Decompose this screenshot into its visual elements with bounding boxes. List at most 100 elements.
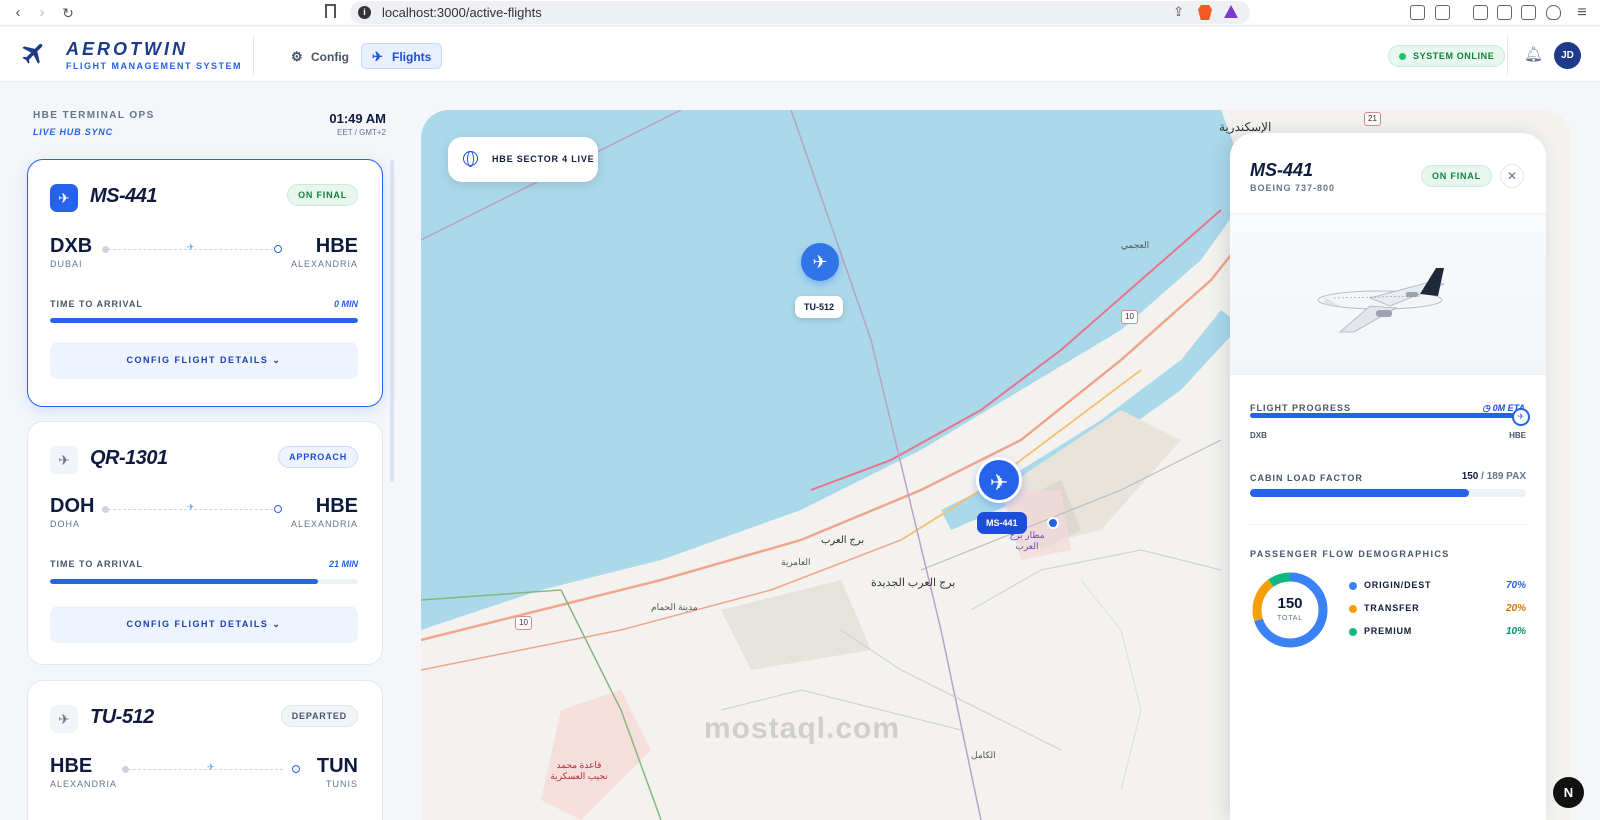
tta-value: 21 MIN: [328, 559, 358, 569]
destination-code: HBE: [315, 235, 358, 257]
floating-assistant-button[interactable]: N: [1553, 777, 1584, 808]
extensions-icon[interactable]: [1410, 5, 1425, 20]
progress-origin: DXB: [1250, 431, 1267, 440]
plane-icon: ✈: [50, 184, 78, 212]
place-label: برج العرب: [821, 535, 865, 546]
pax-count: 150 / 189 PAX: [1430, 471, 1526, 482]
site-info-icon[interactable]: i: [358, 6, 371, 19]
brave-rewards-icon[interactable]: [1224, 5, 1238, 18]
sidebar-icon[interactable]: [1473, 5, 1488, 20]
legend-dot: [1349, 605, 1357, 613]
flight-list-scrollbar[interactable]: [390, 160, 394, 482]
tta-value: 0 MIN: [333, 299, 358, 309]
progress-fill: [1250, 413, 1526, 418]
airport-location-dot: [1047, 517, 1059, 529]
aircraft-image: [1230, 213, 1546, 375]
flight-id: QR-1301: [90, 447, 168, 469]
avatar[interactable]: JD: [1554, 42, 1581, 69]
road-shield: 10: [515, 616, 532, 630]
place-label: العامرية: [781, 557, 811, 567]
config-button-label: CONFIG FLIGHT DETAILS: [126, 619, 269, 629]
wallet-icon[interactable]: [1497, 5, 1512, 20]
status-badge: ON FINAL: [287, 184, 358, 206]
close-icon[interactable]: ✕: [1500, 164, 1524, 188]
flight-card-qr-1301[interactable]: ✈ QR-1301 APPROACH DOH DOHA ✈ HBE ALEXAN…: [27, 421, 383, 665]
legend-name: PREMIUM: [1364, 626, 1413, 636]
globe-icon: [463, 151, 478, 167]
place-label: مدينة الحمام: [651, 602, 698, 612]
aircraft-marker-tu-512[interactable]: ✈: [801, 243, 839, 281]
status-badge: ON FINAL: [1421, 165, 1492, 187]
legend-dot: [1349, 628, 1357, 636]
flight-card-tu-512[interactable]: ✈ TU-512 DEPARTED HBE ALEXANDRIA ✈ TUN T…: [27, 680, 383, 820]
config-button-label: CONFIG FLIGHT DETAILS: [126, 355, 269, 365]
config-flight-details-button[interactable]: CONFIG FLIGHT DETAILS ⌄: [50, 606, 358, 643]
share-icon[interactable]: ⇪: [1173, 4, 1184, 20]
back-icon[interactable]: ‹: [8, 4, 28, 22]
destination-city: ALEXANDRIA: [290, 259, 358, 269]
clock-icon: ◷: [1482, 403, 1493, 413]
watermark: mostaql.com: [704, 712, 901, 745]
brand-name: AEROTWIN: [66, 39, 188, 59]
ops-title: HBE TERMINAL OPS: [33, 110, 155, 121]
route-origin-dot: [122, 766, 129, 773]
flight-id: MS-441: [90, 185, 158, 207]
status-dot: [1399, 53, 1406, 60]
origin-city: ALEXANDRIA: [50, 779, 118, 789]
forward-icon[interactable]: ›: [32, 4, 52, 22]
route-destination-dot: [292, 765, 300, 773]
nav-config-button[interactable]: ⚙ Config: [280, 43, 360, 69]
aircraft-marker-ms-441[interactable]: ✈: [976, 457, 1022, 503]
aircraft-marker-label[interactable]: TU-512: [795, 296, 844, 318]
place-label: الكامل: [971, 750, 996, 760]
origin-code: DXB: [50, 235, 93, 257]
cabin-load-label: CABIN LOAD FACTOR: [1250, 473, 1363, 483]
aircraft-marker-label[interactable]: MS-441: [977, 512, 1027, 534]
place-label: برج العرب الجديدة: [871, 577, 956, 589]
brand-subtitle: FLIGHT MANAGEMENT SYSTEM: [66, 61, 242, 71]
system-status-badge: SYSTEM ONLINE: [1388, 45, 1506, 67]
route-plane-icon: ✈: [187, 242, 195, 252]
chevron-down-icon: ⌄: [272, 619, 282, 629]
route-plane-icon: ✈: [187, 502, 195, 512]
status-badge: APPROACH: [278, 446, 358, 468]
url-text[interactable]: localhost:3000/active-flights: [382, 5, 542, 20]
section-divider: [1250, 524, 1526, 525]
route-origin-dot: [102, 506, 109, 513]
menu-icon[interactable]: ≡: [1572, 4, 1592, 22]
timezone: EET / GMT+2: [337, 128, 386, 137]
status-badge: DEPARTED: [280, 705, 358, 727]
brave-shield-icon[interactable]: [1198, 5, 1212, 20]
vpn-icon[interactable]: [1546, 5, 1561, 20]
progress-destination: HBE: [1509, 431, 1526, 440]
flight-card-ms-441[interactable]: ✈ MS-441 ON FINAL DXB DUBAI ✈ HBE ALEXAN…: [27, 159, 383, 407]
route-origin-dot: [102, 246, 109, 253]
route-destination-dot: [274, 505, 282, 513]
leo-ai-icon[interactable]: [1521, 5, 1536, 20]
legend-name: ORIGIN/DEST: [1364, 580, 1432, 590]
plane-icon: ✈: [50, 446, 78, 474]
demographics-label: PASSENGER FLOW DEMOGRAPHICS: [1250, 549, 1450, 559]
bookmark-icon[interactable]: [325, 4, 336, 18]
legend-transfer: TRANSFER 20%: [1349, 602, 1526, 616]
progress-fill: [50, 318, 358, 323]
arrival-progress-bar: [50, 579, 358, 584]
header-divider: [253, 35, 254, 75]
destination-code: HBE: [315, 495, 358, 517]
place-label: قاعدة محمد نجيب العسكرية: [550, 760, 608, 781]
origin-city: DUBAI: [50, 259, 83, 269]
address-bar[interactable]: i localhost:3000/active-flights ⇪: [350, 1, 1250, 24]
logo-plane-icon: [20, 39, 48, 67]
flight-progress-bar: [1250, 413, 1526, 418]
browser-toolbar: ‹ › ↻ i localhost:3000/active-flights ⇪ …: [0, 0, 1600, 26]
legend-dot: [1349, 582, 1357, 590]
donut-total-label: TOTAL: [1277, 615, 1303, 622]
bell-icon[interactable]: 🔔︎: [1524, 45, 1543, 63]
local-time: 01:49 AM: [329, 111, 386, 126]
sector-live-badge: HBE SECTOR 4 LIVE: [448, 137, 598, 182]
legend-percent: 20%: [1505, 603, 1526, 614]
tab-search-icon[interactable]: [1435, 5, 1450, 20]
config-flight-details-button[interactable]: CONFIG FLIGHT DETAILS ⌄: [50, 342, 358, 379]
nav-flights-button[interactable]: ✈ Flights: [361, 43, 443, 69]
reload-icon[interactable]: ↻: [58, 4, 78, 22]
